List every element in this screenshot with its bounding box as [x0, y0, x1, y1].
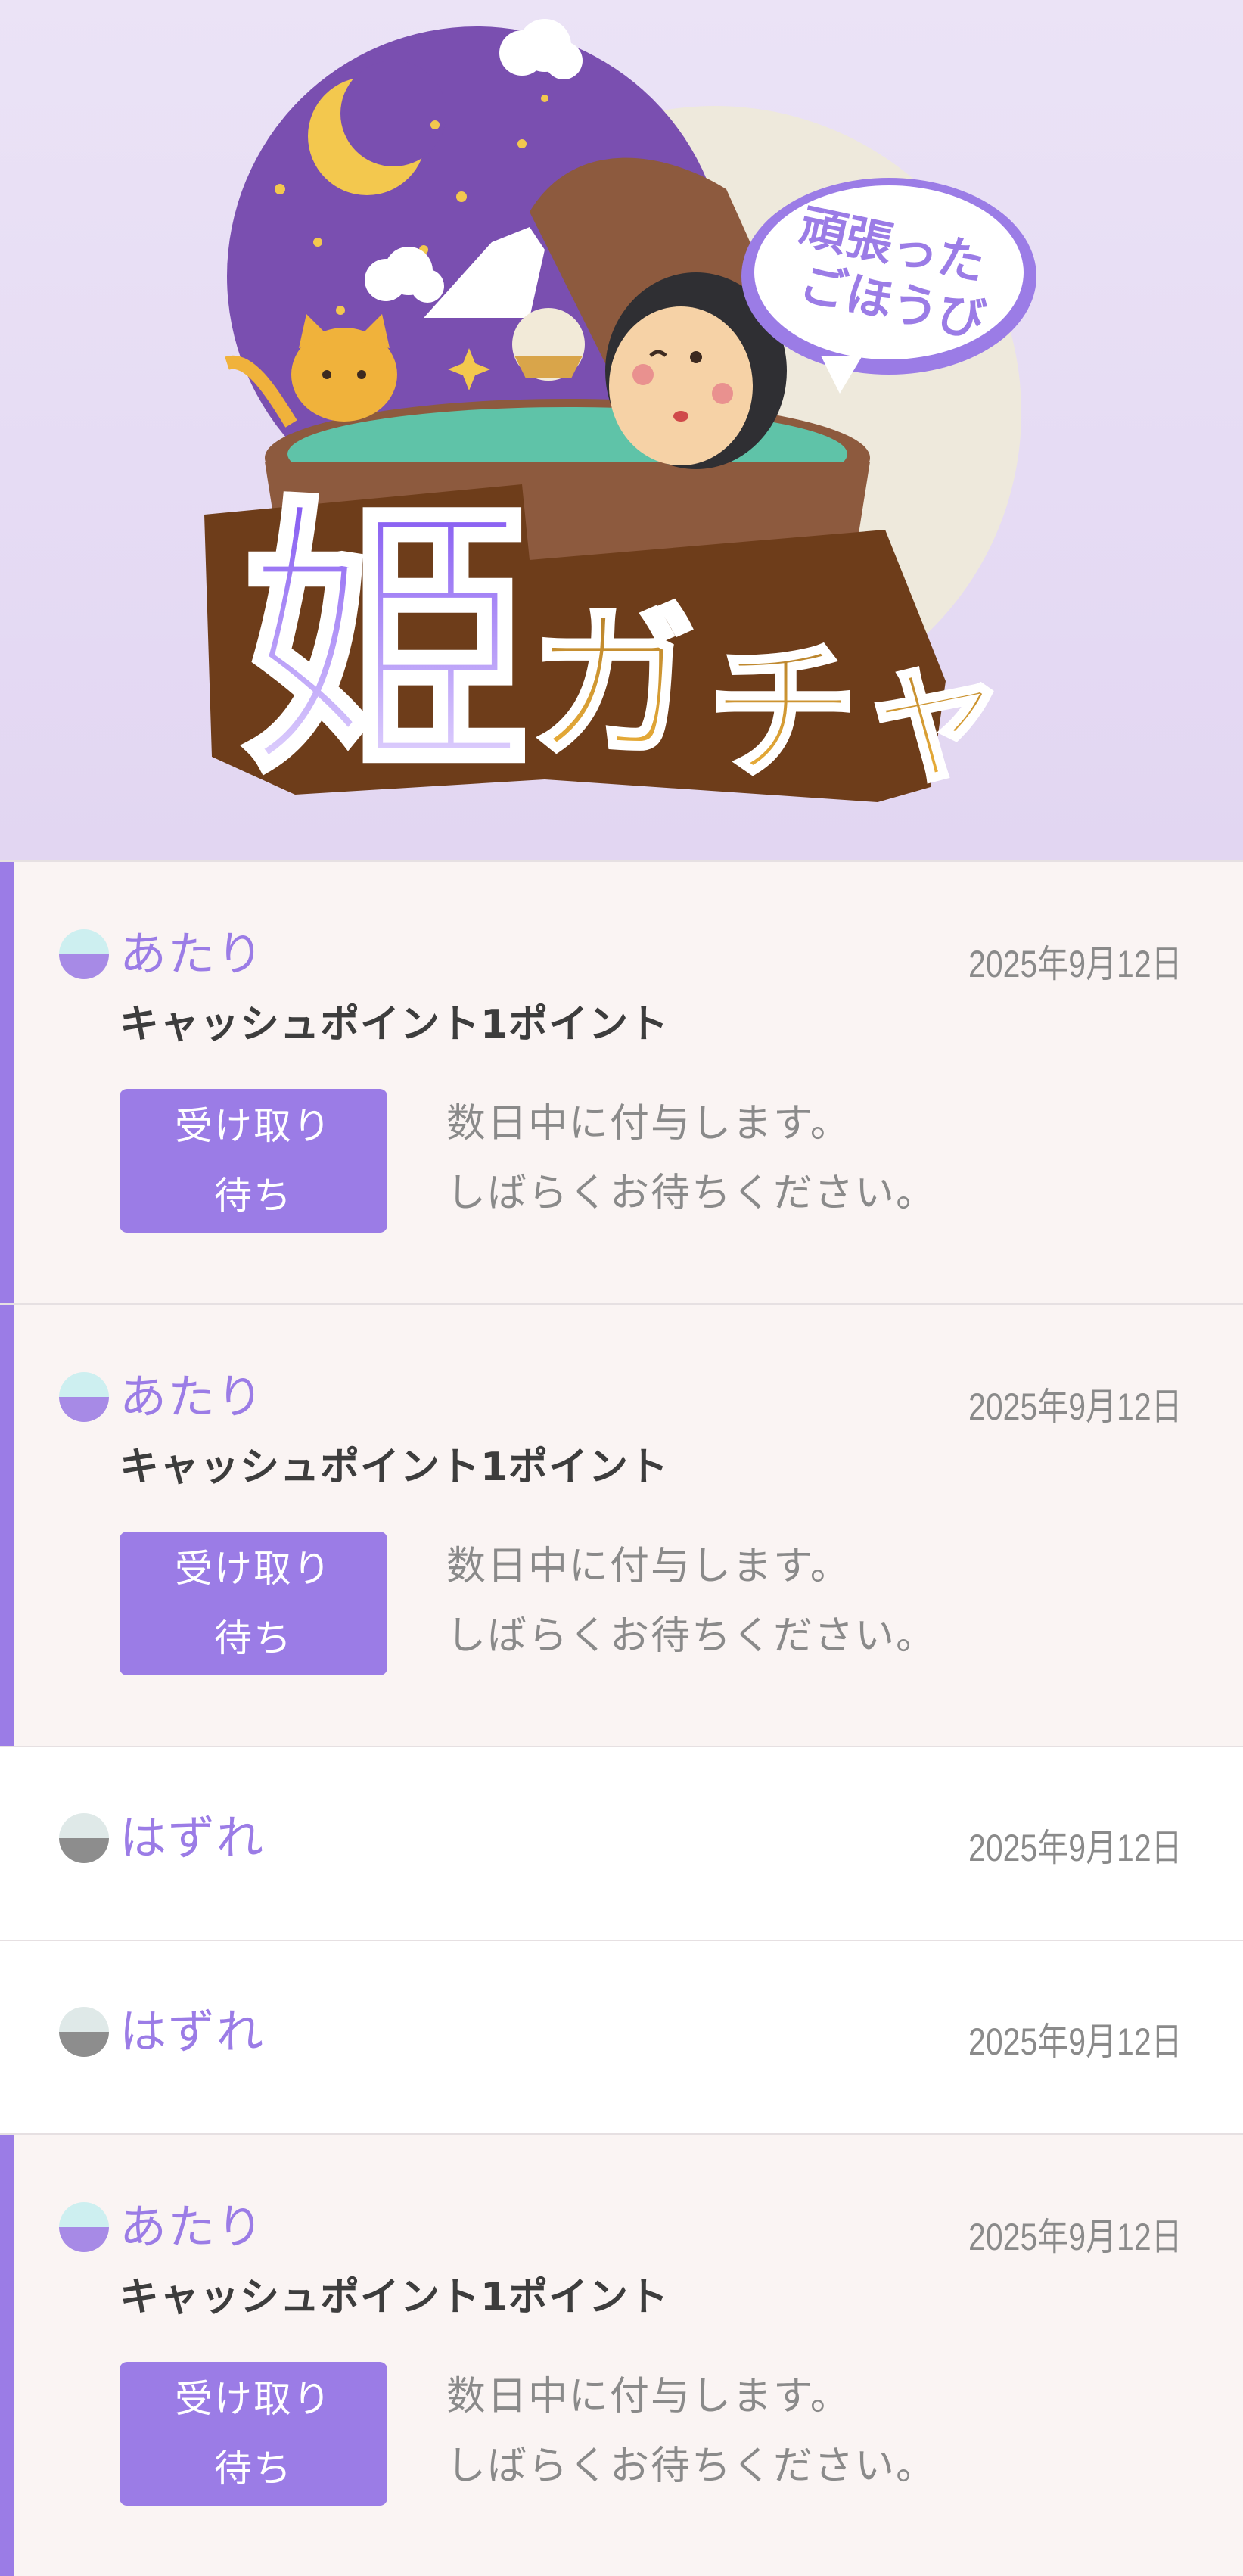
- claim-line2: 待ち: [214, 1616, 293, 1660]
- win-orb-icon: [59, 1372, 109, 1422]
- status-label: あたり: [120, 2199, 266, 2254]
- note-line1: 数日中に付与します。: [446, 2374, 851, 2419]
- result-date: 2025年9月12日: [968, 2021, 1182, 2063]
- result-status: あたり: [59, 924, 265, 985]
- result-status: はずれ: [59, 1808, 265, 1868]
- claim-line1: 受け取り: [175, 1104, 332, 1148]
- title-sub-text-1: ガ: [530, 587, 696, 781]
- result-row-lose: はずれ 2025年9月12日: [0, 1940, 1243, 2133]
- claim-line2: 待ち: [214, 2447, 293, 2490]
- note-line1: 数日中に付与します。: [446, 1101, 851, 1146]
- result-row-win: あたり 2025年9月12日 キャッシュポイント1ポイント 受け取り 待ち 数日…: [0, 1303, 1243, 1746]
- banner-illustration: 頑張った ごほうび 姫 ガ チャ: [204, 19, 1036, 813]
- prize-name: キャッシュポイント1ポイント: [120, 1002, 670, 1047]
- pending-claim-button[interactable]: 受け取り 待ち: [120, 1089, 387, 1233]
- result-date: 2025年9月12日: [968, 2216, 1182, 2258]
- sake-cup-icon: [512, 308, 585, 381]
- claim-note: 数日中に付与します。 しばらくお待ちください。: [446, 1532, 937, 1671]
- result-row-win: あたり 2025年9月12日 キャッシュポイント1ポイント 受け取り 待ち 数日…: [0, 2133, 1243, 2576]
- status-label: はずれ: [120, 2004, 266, 2059]
- result-status: あたり: [59, 1367, 265, 1427]
- pending-claim-button[interactable]: 受け取り 待ち: [120, 1532, 387, 1675]
- claim-note: 数日中に付与します。 しばらくお待ちください。: [446, 2362, 937, 2501]
- note-line2: しばらくお待ちください。: [446, 2444, 937, 2489]
- result-status: はずれ: [59, 2002, 265, 2062]
- status-label: あたり: [120, 1369, 266, 1424]
- result-row-lose: はずれ 2025年9月12日: [0, 1746, 1243, 1940]
- status-label: はずれ: [120, 1810, 266, 1865]
- note-line2: しばらくお待ちください。: [446, 1613, 937, 1659]
- note-line1: 数日中に付与します。: [446, 1544, 851, 1589]
- win-orb-icon: [59, 2202, 109, 2252]
- claim-line1: 受け取り: [175, 2377, 332, 2421]
- status-label: あたり: [120, 926, 266, 982]
- pending-claim-button[interactable]: 受け取り 待ち: [120, 2362, 387, 2506]
- result-date: 2025年9月12日: [968, 943, 1182, 985]
- prize-name: キャッシュポイント1ポイント: [120, 2275, 670, 2320]
- claim-note: 数日中に付与します。 しばらくお待ちください。: [446, 1089, 937, 1228]
- hime-gacha-banner: 頑張った ごほうび 姫 ガ チャ: [0, 0, 1243, 860]
- prize-name: キャッシュポイント1ポイント: [120, 1445, 670, 1490]
- win-orb-icon: [59, 929, 109, 979]
- result-row-win: あたり 2025年9月12日 キャッシュポイント1ポイント 受け取り 待ち 数日…: [0, 860, 1243, 1303]
- note-line2: しばらくお待ちください。: [446, 1171, 937, 1216]
- lose-orb-icon: [59, 2007, 109, 2057]
- result-date: 2025年9月12日: [968, 1827, 1182, 1869]
- result-status: あたり: [59, 2197, 265, 2257]
- title-main-text: 姫: [242, 474, 530, 810]
- result-date: 2025年9月12日: [968, 1386, 1182, 1428]
- claim-line2: 待ち: [214, 1174, 293, 1218]
- claim-line1: 受け取り: [175, 1547, 332, 1591]
- gacha-result-list: あたり 2025年9月12日 キャッシュポイント1ポイント 受け取り 待ち 数日…: [0, 860, 1243, 2576]
- lose-orb-icon: [59, 1813, 109, 1863]
- title-sub-text-2: チャ: [707, 624, 1008, 801]
